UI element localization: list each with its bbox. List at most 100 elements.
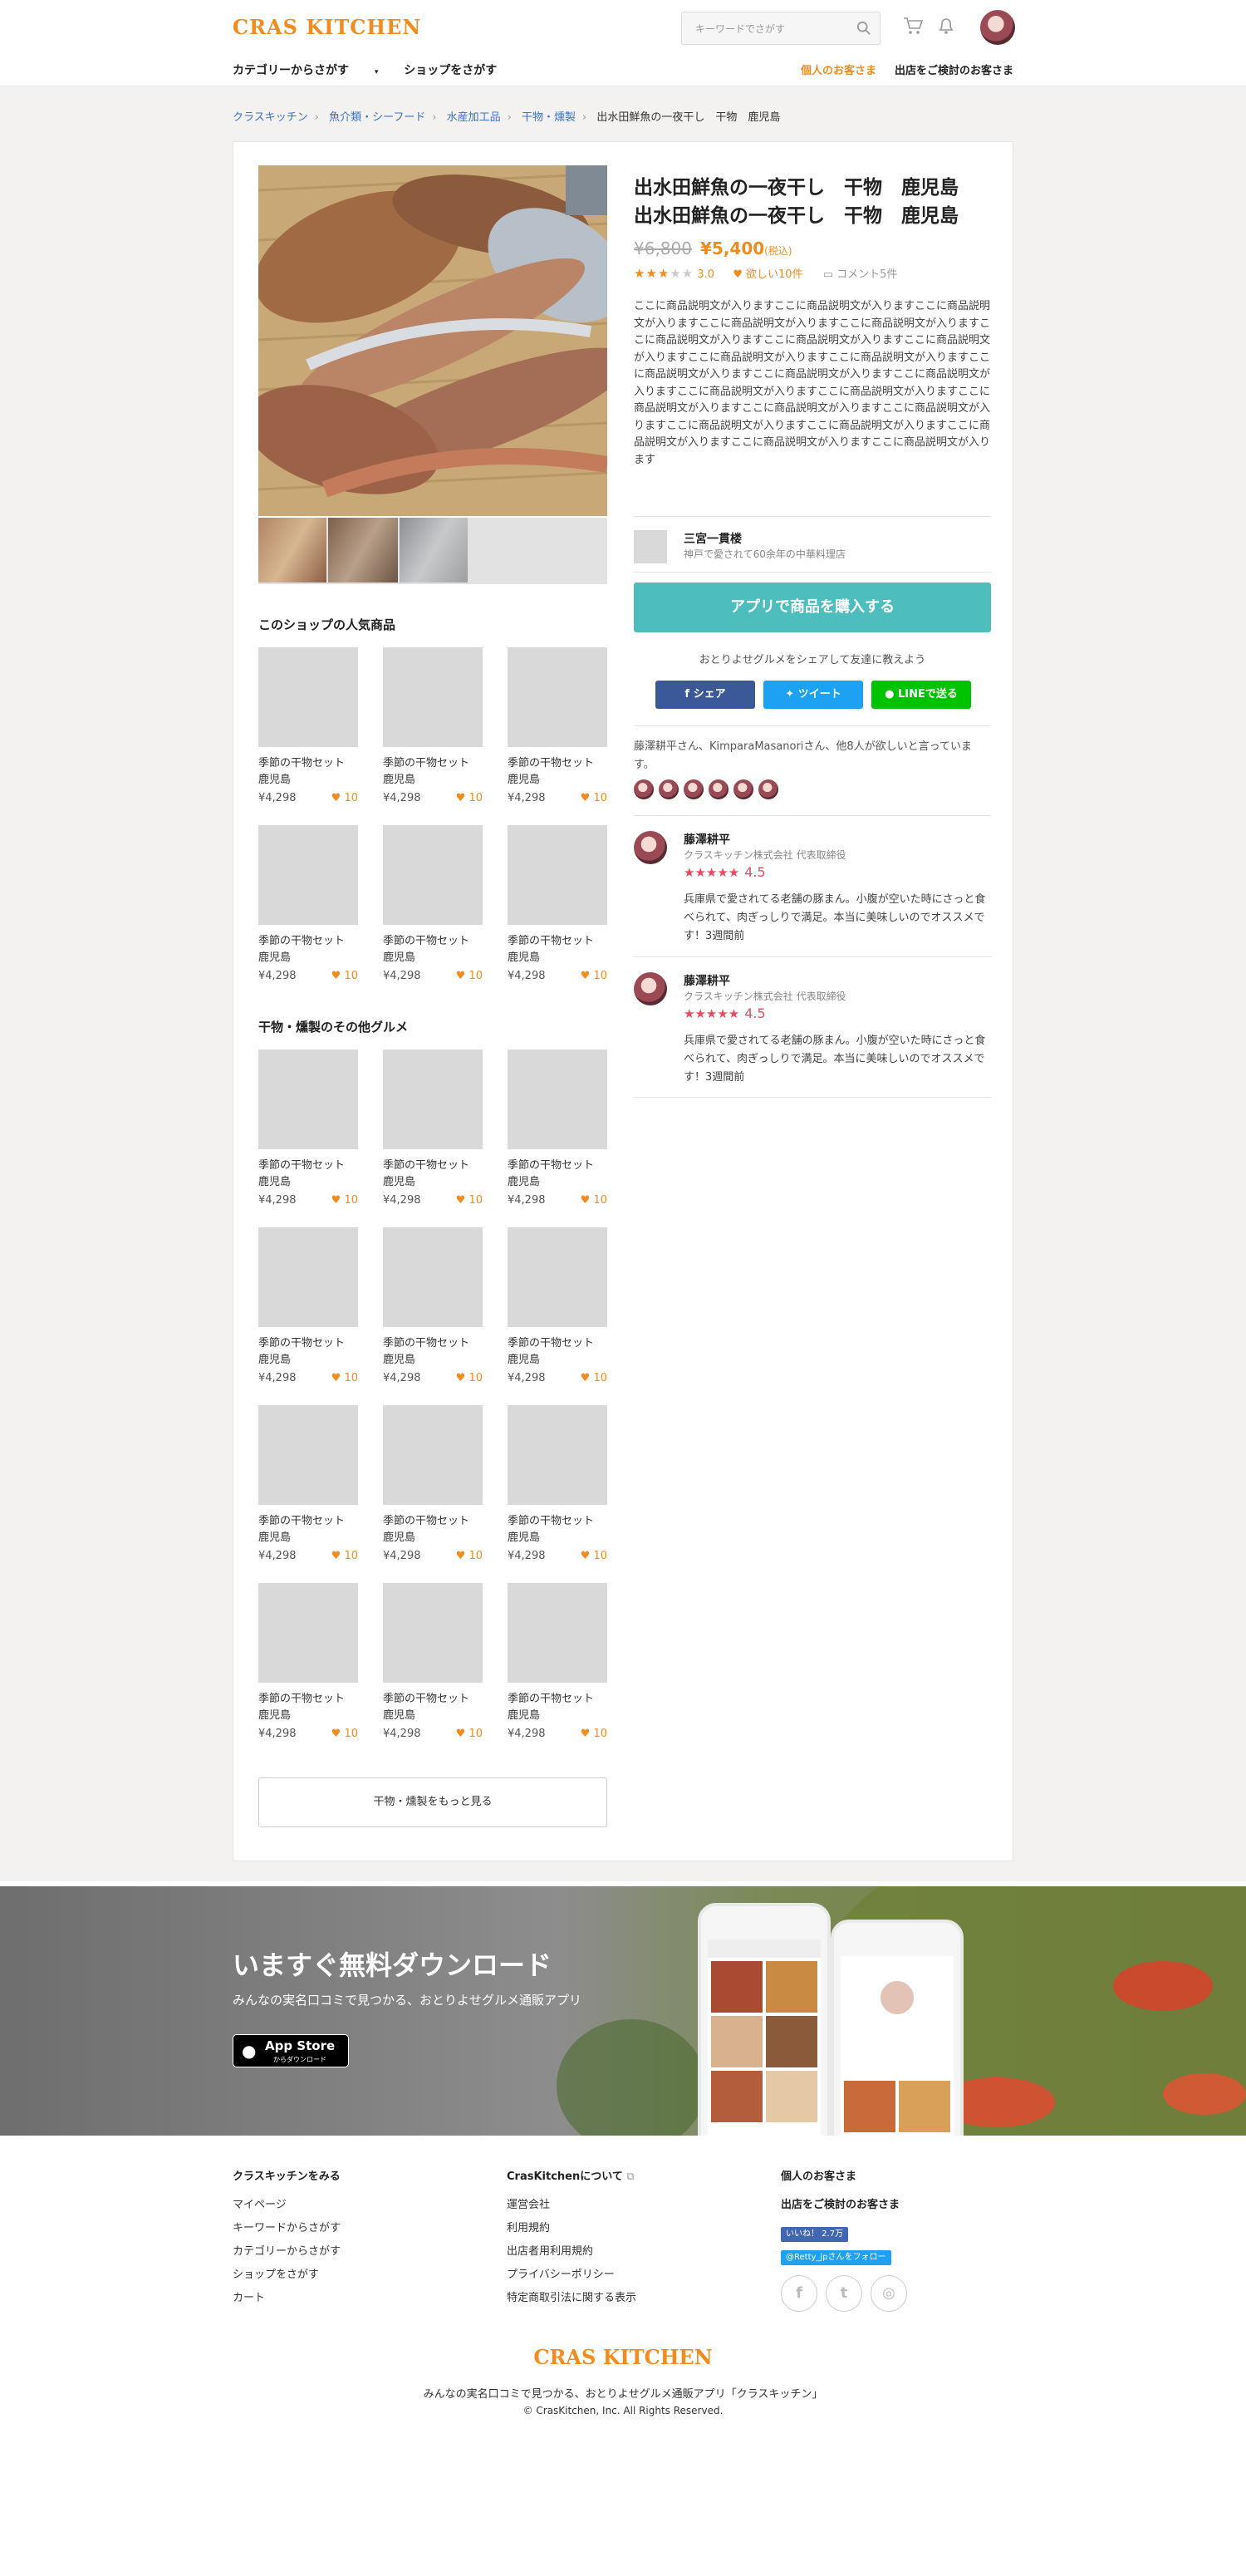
footer-link[interactable]: カート — [233, 2287, 341, 2310]
thumbnail-image[interactable] — [400, 518, 468, 583]
search-input[interactable]: キーワードでさがす — [681, 12, 881, 45]
like-count[interactable]: ♥ 10 — [456, 1550, 483, 1562]
twitter-share-button[interactable]: ✦ ツイート — [763, 681, 863, 709]
product-card-item[interactable]: 季節の干物セット 鹿児島 ¥4,298 ♥ 10 — [258, 647, 358, 807]
like-count[interactable]: ♥ 10 — [581, 792, 607, 804]
product-card-item[interactable]: 季節の干物セット 鹿児島 ¥4,298 ♥ 10 — [258, 825, 358, 985]
product-thumbnail[interactable] — [258, 1405, 358, 1505]
footer-link[interactable]: 出店者用利用規約 — [507, 2240, 636, 2264]
product-thumbnail[interactable] — [258, 1050, 358, 1149]
bell-icon[interactable] — [935, 15, 957, 37]
shop-info[interactable]: 三宮一貫楼 神戸で愛されて60余年の中華料理店 — [634, 516, 991, 573]
product-card-item[interactable]: 季節の干物セット 鹿児島 ¥4,298 ♥ 10 — [258, 1227, 358, 1387]
cart-icon[interactable] — [902, 15, 924, 37]
reviewer-avatar[interactable] — [634, 831, 667, 864]
site-logo[interactable]: CRAS KITCHEN — [233, 15, 421, 39]
product-thumbnail[interactable] — [508, 1050, 607, 1149]
facebook-icon[interactable]: f — [781, 2275, 817, 2312]
product-card-item[interactable]: 季節の干物セット 鹿児島 ¥4,298 ♥ 10 — [383, 647, 483, 807]
product-card-item[interactable]: 季節の干物セット 鹿児島 ¥4,298 ♥ 10 — [383, 1405, 483, 1565]
product-thumbnail[interactable] — [508, 825, 607, 925]
nav-shop[interactable]: ショップをさがす — [404, 64, 497, 77]
footer-link[interactable]: マイページ — [233, 2194, 341, 2217]
product-thumbnail[interactable] — [383, 1227, 483, 1327]
reviewer-name[interactable]: 藤澤耕平 — [684, 831, 730, 848]
twitter-follow-badge[interactable]: @Retty_jpさんをフォロー — [781, 2250, 891, 2265]
shop-name[interactable]: 三宮一貫楼 — [684, 530, 742, 547]
like-count[interactable]: ♥ 10 — [581, 1372, 607, 1384]
product-card-item[interactable]: 季節の干物セット 鹿児島 ¥4,298 ♥ 10 — [383, 825, 483, 985]
footer-link[interactable]: 特定商取引法に関する表示 — [507, 2287, 636, 2310]
liker-avatar[interactable] — [733, 779, 753, 799]
like-count[interactable]: ♥ 10 — [581, 970, 607, 982]
product-card-item[interactable]: 季節の干物セット 鹿児島 ¥4,298 ♥ 10 — [383, 1583, 483, 1743]
product-thumbnail[interactable] — [383, 825, 483, 925]
product-card-item[interactable]: 季節の干物セット 鹿児島 ¥4,298 ♥ 10 — [258, 1583, 358, 1743]
buy-in-app-button[interactable]: アプリで商品を購入する — [634, 583, 991, 632]
footer-link[interactable]: 運営会社 — [507, 2194, 636, 2217]
heart-icon[interactable]: ♥ — [733, 268, 743, 281]
like-count[interactable]: ♥ 10 — [456, 1728, 483, 1740]
product-card-item[interactable]: 季節の干物セット 鹿児島 ¥4,298 ♥ 10 — [258, 1405, 358, 1565]
like-count[interactable]: ♥ 10 — [456, 1194, 483, 1207]
instagram-icon[interactable]: ◎ — [871, 2275, 907, 2312]
facebook-share-button[interactable]: f シェア — [655, 681, 755, 709]
see-more-button[interactable]: 干物・燻製をもっと見る — [258, 1777, 607, 1827]
product-main-image[interactable] — [258, 165, 607, 516]
product-thumbnail[interactable] — [258, 1227, 358, 1327]
like-count[interactable]: ♥ 10 — [331, 1372, 358, 1384]
product-card-item[interactable]: 季節の干物セット 鹿児島 ¥4,298 ♥ 10 — [508, 647, 607, 807]
product-thumbnail[interactable] — [508, 1583, 607, 1683]
like-count[interactable]: ♥ 10 — [456, 1372, 483, 1384]
product-card-item[interactable]: 季節の干物セット 鹿児島 ¥4,298 ♥ 10 — [508, 825, 607, 985]
like-count[interactable]: ♥ 10 — [581, 1550, 607, 1562]
like-count[interactable]: ♥ 10 — [331, 1194, 358, 1207]
thumbnail-image[interactable] — [328, 518, 398, 583]
facebook-like-badge[interactable]: いいね！ 2.7万 — [781, 2227, 849, 2242]
nav-merchant[interactable]: 出店をご検討のお客さま — [895, 65, 1013, 77]
product-card-item[interactable]: 季節の干物セット 鹿児島 ¥4,298 ♥ 10 — [508, 1405, 607, 1565]
wish-count[interactable]: 欲しい10件 — [746, 268, 803, 281]
liker-avatar[interactable] — [659, 779, 679, 799]
product-thumbnail[interactable] — [383, 647, 483, 747]
product-thumbnail[interactable] — [383, 1405, 483, 1505]
comment-count[interactable]: コメント5件 — [836, 268, 897, 281]
like-count[interactable]: ♥ 10 — [331, 792, 358, 804]
reviewer-avatar[interactable] — [634, 972, 667, 1005]
breadcrumb-processed[interactable]: 水産加工品 — [447, 111, 501, 124]
product-card-item[interactable]: 季節の干物セット 鹿児島 ¥4,298 ♥ 10 — [383, 1050, 483, 1209]
breadcrumb-home[interactable]: クラスキッチン — [233, 111, 308, 124]
product-thumbnail[interactable] — [258, 1583, 358, 1683]
footer-logo[interactable]: CRAS KITCHEN — [0, 2345, 1246, 2369]
product-thumbnail[interactable] — [508, 1227, 607, 1327]
like-count[interactable]: ♥ 10 — [456, 970, 483, 982]
like-count[interactable]: ♥ 10 — [331, 1550, 358, 1562]
app-store-button[interactable]: ● App Store からダウンロード — [233, 2034, 349, 2067]
footer-link-merchant[interactable]: 出店をご検討のお客さま — [781, 2194, 915, 2217]
reviewer-name[interactable]: 藤澤耕平 — [684, 972, 730, 989]
product-thumbnail[interactable] — [258, 825, 358, 925]
product-thumbnail[interactable] — [508, 647, 607, 747]
twitter-icon[interactable]: t — [826, 2275, 862, 2312]
product-thumbnail[interactable] — [258, 647, 358, 747]
line-share-button[interactable]: ● LINEで送る — [871, 681, 971, 709]
liker-avatar[interactable] — [709, 779, 728, 799]
search-icon[interactable] — [856, 21, 871, 36]
footer-link[interactable]: キーワードからさがす — [233, 2217, 341, 2240]
like-count[interactable]: ♥ 10 — [456, 792, 483, 804]
breadcrumb-dried[interactable]: 干物・燻製 — [522, 111, 576, 124]
product-card-item[interactable]: 季節の干物セット 鹿児島 ¥4,298 ♥ 10 — [508, 1583, 607, 1743]
product-thumbnail[interactable] — [508, 1405, 607, 1505]
footer-link-personal[interactable]: 個人のお客さま — [781, 2166, 915, 2189]
product-thumbnail[interactable] — [383, 1583, 483, 1683]
product-thumbnail[interactable] — [383, 1050, 483, 1149]
footer-link[interactable]: プライバシーポリシー — [507, 2264, 636, 2287]
like-count[interactable]: ♥ 10 — [581, 1194, 607, 1207]
product-card-item[interactable]: 季節の干物セット 鹿児島 ¥4,298 ♥ 10 — [508, 1227, 607, 1387]
like-count[interactable]: ♥ 10 — [331, 1728, 358, 1740]
liker-avatar[interactable] — [684, 779, 704, 799]
footer-link[interactable]: ショップをさがす — [233, 2264, 341, 2287]
product-card-item[interactable]: 季節の干物セット 鹿児島 ¥4,298 ♥ 10 — [508, 1050, 607, 1209]
nav-category[interactable]: カテゴリーからさがす ▾ — [233, 64, 378, 77]
footer-link[interactable]: 利用規約 — [507, 2217, 636, 2240]
